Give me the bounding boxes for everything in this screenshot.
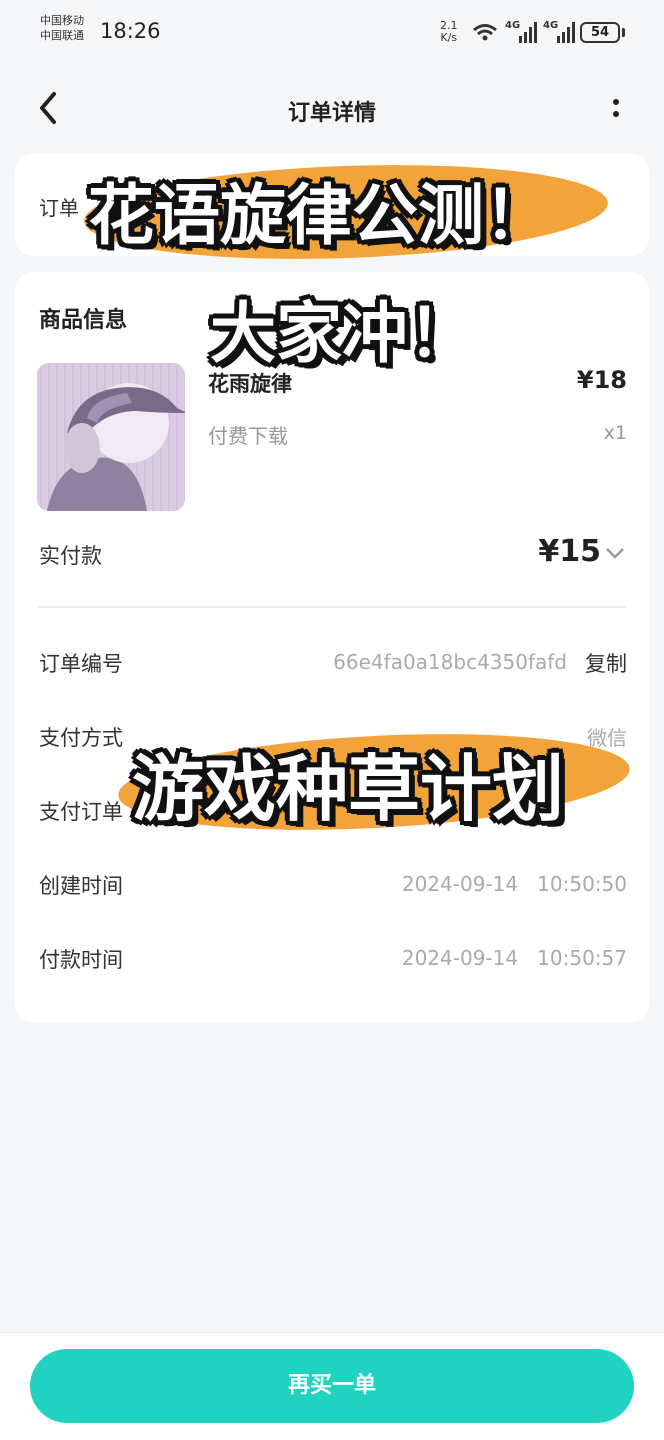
paid-amount-value: ¥15 xyxy=(538,534,601,569)
order-label: 订单 xyxy=(39,196,79,220)
overlay-text-line1: 花语旋律公测！ xyxy=(88,177,550,254)
product-type: 付费下载 xyxy=(208,424,288,448)
bottom-bar: 再买一单 xyxy=(0,1332,664,1440)
signal-bars-icon xyxy=(519,22,537,43)
buy-again-button[interactable]: 再买一单 xyxy=(30,1349,634,1423)
net-speed: 2.1 K/s xyxy=(440,20,458,44)
battery-icon: 54 xyxy=(580,22,620,43)
game-cover-image xyxy=(37,363,185,511)
product-price: ¥18 xyxy=(576,366,627,394)
signal-1-label: 4G xyxy=(505,20,521,31)
product-quantity: x1 xyxy=(603,422,627,444)
payment-method-label: 支付方式 xyxy=(39,726,123,750)
page-title: 订单详情 xyxy=(287,101,376,126)
paid-time-value: 2024-09-14 10:50:57 xyxy=(401,946,627,970)
order-detail-card: 商品信息 花雨旋律 ¥18 付费下载 x1 实付款 ¥15 订单编号 66e4f… xyxy=(15,272,649,1022)
carrier-2: 中国联通 xyxy=(40,29,84,42)
order-number-value: 66e4fa0a18bc4350fafd xyxy=(333,650,567,674)
copy-button[interactable]: 复制 xyxy=(585,648,627,678)
signal-2: 4G xyxy=(543,20,577,44)
section-title: 商品信息 xyxy=(39,308,128,333)
signal-bars-icon xyxy=(557,22,575,43)
created-time-label: 创建时间 xyxy=(39,874,123,898)
status-time: 18:26 xyxy=(100,19,161,43)
net-speed-unit: K/s xyxy=(440,31,458,44)
battery-nub xyxy=(622,28,625,37)
payment-order-label: 支付订单 xyxy=(39,800,123,824)
more-options-icon[interactable] xyxy=(604,90,628,126)
paid-amount-label: 实付款 xyxy=(39,544,102,568)
order-number-label: 订单编号 xyxy=(39,652,123,676)
divider xyxy=(37,606,627,608)
wifi-icon xyxy=(473,24,497,41)
overlay-text-line3: 游戏种草计划 xyxy=(132,747,565,831)
signal-1: 4G xyxy=(505,20,539,44)
status-bar: 中国移动 中国联通 18:26 2.1 K/s 4G 4G 54 xyxy=(0,0,664,64)
created-time-value: 2024-09-14 10:50:50 xyxy=(401,872,627,896)
carrier-1: 中国移动 xyxy=(40,14,84,27)
nav-bar: 订单详情 xyxy=(0,80,664,136)
signal-2-label: 4G xyxy=(543,20,559,31)
product-thumbnail[interactable] xyxy=(37,363,185,511)
back-chevron-icon[interactable] xyxy=(34,90,66,126)
overlay-text-line2: 大家冲！ xyxy=(210,295,474,372)
carrier-info: 中国移动 中国联通 xyxy=(40,13,84,43)
chevron-down-icon[interactable] xyxy=(605,546,625,560)
paid-time-label: 付款时间 xyxy=(39,948,123,972)
